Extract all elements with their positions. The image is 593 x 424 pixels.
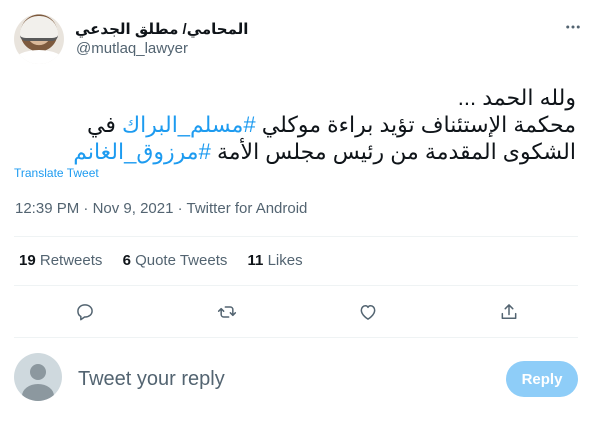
tweet-line-1: ولله الحمد ... (457, 85, 576, 110)
share-button[interactable] (494, 297, 524, 327)
quote-tweets-label: Quote Tweets (135, 252, 228, 269)
retweets-label: Retweets (39, 252, 103, 269)
retweet-icon (217, 306, 237, 318)
divider (14, 337, 578, 338)
current-user-avatar (14, 353, 62, 401)
more-dots-icon (566, 25, 580, 29)
author-avatar[interactable] (14, 14, 64, 64)
tweet-date[interactable]: Nov 9, 2021 (93, 200, 174, 217)
tweet-text-segment: في (87, 112, 122, 137)
retweets-count: 19 (19, 252, 36, 269)
author-display-name[interactable]: المحامي/ مطلق الجدعي (75, 20, 248, 38)
reply-submit-button[interactable]: Reply (506, 361, 578, 397)
tweet-stats: 19 Retweets 6 Quote Tweets 11 Likes (19, 252, 319, 269)
divider (14, 285, 578, 286)
share-icon (501, 304, 517, 319)
hashtag-link[interactable]: #مسلم_البراك (122, 112, 256, 137)
separator-dot: · (173, 200, 187, 217)
tweet-line-3: الشكوى المقدمة من رئيس مجلس الأمة #مرزوق… (16, 138, 576, 165)
quote-tweets-stat[interactable]: 6 Quote Tweets (123, 252, 228, 269)
tweet-line-2: محكمة الإستئناف تؤيد براءة موكلي #مسلم_ا… (16, 111, 576, 138)
like-button[interactable] (353, 297, 383, 327)
hashtag-link[interactable]: #مرزوق_الغانم (73, 139, 211, 164)
tweet-text: ولله الحمد ... محكمة الإستئناف تؤيد براء… (16, 84, 576, 165)
reply-icon (77, 304, 93, 321)
retweets-stat[interactable]: 19 Retweets (19, 252, 102, 269)
divider (14, 236, 578, 237)
reply-input[interactable] (76, 367, 480, 392)
likes-label: Likes (267, 252, 303, 269)
tweet-action-bar (0, 297, 593, 327)
tweet-text-segment: محكمة الإستئناف تؤيد براءة موكلي (255, 112, 576, 137)
translate-tweet-link[interactable]: Translate Tweet (14, 166, 99, 180)
heart-icon (360, 305, 376, 320)
more-options-button[interactable] (563, 17, 583, 37)
likes-count: 11 (247, 252, 264, 269)
tweet-time[interactable]: 12:39 PM (15, 200, 79, 217)
reply-button[interactable] (70, 297, 100, 327)
tweet-text-segment: الشكوى المقدمة من رئيس مجلس الأمة (210, 139, 576, 164)
separator-dot: · (79, 200, 93, 217)
quote-tweets-count: 6 (122, 252, 131, 269)
tweet-client[interactable]: Twitter for Android (187, 200, 308, 217)
retweet-button[interactable] (212, 297, 242, 327)
likes-stat[interactable]: 11 Likes (248, 252, 303, 269)
tweet-metadata: 12:39 PM · Nov 9, 2021 · Twitter for And… (15, 200, 307, 217)
author-handle[interactable]: @mutlaq_lawyer (76, 40, 188, 57)
